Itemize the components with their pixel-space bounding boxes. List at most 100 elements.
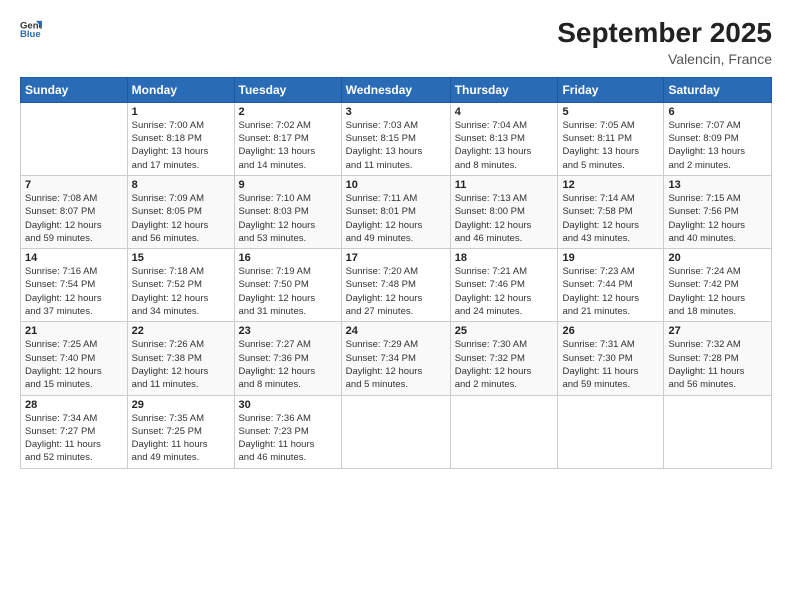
day-number: 26 [562,325,659,337]
day-cell-0-3: 3Sunrise: 7:03 AM Sunset: 8:15 PM Daylig… [341,102,450,175]
week-row-2: 14Sunrise: 7:16 AM Sunset: 7:54 PM Dayli… [21,249,772,322]
header-wednesday: Wednesday [341,77,450,102]
day-number: 7 [25,179,123,191]
day-number: 8 [132,179,230,191]
calendar-subtitle: Valencin, France [557,51,772,67]
day-info: Sunrise: 7:08 AM Sunset: 8:07 PM Dayligh… [25,192,123,245]
day-cell-1-3: 10Sunrise: 7:11 AM Sunset: 8:01 PM Dayli… [341,175,450,248]
day-number: 15 [132,252,230,264]
calendar-header-row: Sunday Monday Tuesday Wednesday Thursday… [21,77,772,102]
day-info: Sunrise: 7:09 AM Sunset: 8:05 PM Dayligh… [132,192,230,245]
day-info: Sunrise: 7:26 AM Sunset: 7:38 PM Dayligh… [132,338,230,391]
day-number: 20 [668,252,767,264]
day-info: Sunrise: 7:32 AM Sunset: 7:28 PM Dayligh… [668,338,767,391]
day-info: Sunrise: 7:16 AM Sunset: 7:54 PM Dayligh… [25,265,123,318]
day-cell-3-3: 24Sunrise: 7:29 AM Sunset: 7:34 PM Dayli… [341,322,450,395]
day-cell-4-4 [450,395,558,468]
day-cell-2-3: 17Sunrise: 7:20 AM Sunset: 7:48 PM Dayli… [341,249,450,322]
day-cell-0-5: 5Sunrise: 7:05 AM Sunset: 8:11 PM Daylig… [558,102,664,175]
day-cell-0-2: 2Sunrise: 7:02 AM Sunset: 8:17 PM Daylig… [234,102,341,175]
day-number: 9 [239,179,337,191]
calendar-table: Sunday Monday Tuesday Wednesday Thursday… [20,77,772,469]
day-number: 10 [346,179,446,191]
day-cell-0-4: 4Sunrise: 7:04 AM Sunset: 8:13 PM Daylig… [450,102,558,175]
header-sunday: Sunday [21,77,128,102]
day-cell-2-5: 19Sunrise: 7:23 AM Sunset: 7:44 PM Dayli… [558,249,664,322]
day-info: Sunrise: 7:34 AM Sunset: 7:27 PM Dayligh… [25,412,123,465]
title-block: September 2025 Valencin, France [557,18,772,67]
calendar-title: September 2025 [557,18,772,49]
day-number: 14 [25,252,123,264]
day-cell-3-1: 22Sunrise: 7:26 AM Sunset: 7:38 PM Dayli… [127,322,234,395]
day-cell-4-2: 30Sunrise: 7:36 AM Sunset: 7:23 PM Dayli… [234,395,341,468]
day-info: Sunrise: 7:24 AM Sunset: 7:42 PM Dayligh… [668,265,767,318]
day-number: 6 [668,106,767,118]
day-info: Sunrise: 7:13 AM Sunset: 8:00 PM Dayligh… [455,192,554,245]
day-info: Sunrise: 7:14 AM Sunset: 7:58 PM Dayligh… [562,192,659,245]
day-number: 29 [132,399,230,411]
svg-text:Blue: Blue [20,29,41,40]
day-cell-1-1: 8Sunrise: 7:09 AM Sunset: 8:05 PM Daylig… [127,175,234,248]
day-cell-3-0: 21Sunrise: 7:25 AM Sunset: 7:40 PM Dayli… [21,322,128,395]
day-info: Sunrise: 7:21 AM Sunset: 7:46 PM Dayligh… [455,265,554,318]
day-number: 4 [455,106,554,118]
day-info: Sunrise: 7:19 AM Sunset: 7:50 PM Dayligh… [239,265,337,318]
header: General Blue September 2025 Valencin, Fr… [20,18,772,67]
header-friday: Friday [558,77,664,102]
day-info: Sunrise: 7:20 AM Sunset: 7:48 PM Dayligh… [346,265,446,318]
day-info: Sunrise: 7:29 AM Sunset: 7:34 PM Dayligh… [346,338,446,391]
week-row-1: 7Sunrise: 7:08 AM Sunset: 8:07 PM Daylig… [21,175,772,248]
day-number: 21 [25,325,123,337]
day-info: Sunrise: 7:35 AM Sunset: 7:25 PM Dayligh… [132,412,230,465]
day-number: 18 [455,252,554,264]
day-info: Sunrise: 7:18 AM Sunset: 7:52 PM Dayligh… [132,265,230,318]
day-cell-4-0: 28Sunrise: 7:34 AM Sunset: 7:27 PM Dayli… [21,395,128,468]
day-number: 12 [562,179,659,191]
day-info: Sunrise: 7:05 AM Sunset: 8:11 PM Dayligh… [562,119,659,172]
day-cell-4-1: 29Sunrise: 7:35 AM Sunset: 7:25 PM Dayli… [127,395,234,468]
day-cell-0-0 [21,102,128,175]
day-info: Sunrise: 7:30 AM Sunset: 7:32 PM Dayligh… [455,338,554,391]
day-number: 23 [239,325,337,337]
day-cell-1-2: 9Sunrise: 7:10 AM Sunset: 8:03 PM Daylig… [234,175,341,248]
day-number: 16 [239,252,337,264]
day-info: Sunrise: 7:31 AM Sunset: 7:30 PM Dayligh… [562,338,659,391]
day-cell-3-2: 23Sunrise: 7:27 AM Sunset: 7:36 PM Dayli… [234,322,341,395]
day-cell-3-6: 27Sunrise: 7:32 AM Sunset: 7:28 PM Dayli… [664,322,772,395]
day-cell-1-5: 12Sunrise: 7:14 AM Sunset: 7:58 PM Dayli… [558,175,664,248]
day-number: 30 [239,399,337,411]
day-number: 22 [132,325,230,337]
day-info: Sunrise: 7:15 AM Sunset: 7:56 PM Dayligh… [668,192,767,245]
day-cell-2-0: 14Sunrise: 7:16 AM Sunset: 7:54 PM Dayli… [21,249,128,322]
week-row-3: 21Sunrise: 7:25 AM Sunset: 7:40 PM Dayli… [21,322,772,395]
day-number: 11 [455,179,554,191]
day-number: 19 [562,252,659,264]
day-info: Sunrise: 7:23 AM Sunset: 7:44 PM Dayligh… [562,265,659,318]
page: General Blue September 2025 Valencin, Fr… [0,0,792,612]
day-number: 24 [346,325,446,337]
day-number: 3 [346,106,446,118]
day-cell-2-6: 20Sunrise: 7:24 AM Sunset: 7:42 PM Dayli… [664,249,772,322]
day-cell-1-0: 7Sunrise: 7:08 AM Sunset: 8:07 PM Daylig… [21,175,128,248]
day-info: Sunrise: 7:04 AM Sunset: 8:13 PM Dayligh… [455,119,554,172]
day-cell-3-5: 26Sunrise: 7:31 AM Sunset: 7:30 PM Dayli… [558,322,664,395]
day-cell-3-4: 25Sunrise: 7:30 AM Sunset: 7:32 PM Dayli… [450,322,558,395]
day-info: Sunrise: 7:00 AM Sunset: 8:18 PM Dayligh… [132,119,230,172]
day-info: Sunrise: 7:36 AM Sunset: 7:23 PM Dayligh… [239,412,337,465]
logo-icon: General Blue [20,18,42,40]
week-row-4: 28Sunrise: 7:34 AM Sunset: 7:27 PM Dayli… [21,395,772,468]
logo: General Blue [20,18,42,40]
day-info: Sunrise: 7:11 AM Sunset: 8:01 PM Dayligh… [346,192,446,245]
day-cell-4-5 [558,395,664,468]
day-info: Sunrise: 7:02 AM Sunset: 8:17 PM Dayligh… [239,119,337,172]
day-info: Sunrise: 7:27 AM Sunset: 7:36 PM Dayligh… [239,338,337,391]
day-cell-4-3 [341,395,450,468]
header-saturday: Saturday [664,77,772,102]
day-number: 25 [455,325,554,337]
day-info: Sunrise: 7:25 AM Sunset: 7:40 PM Dayligh… [25,338,123,391]
day-cell-0-1: 1Sunrise: 7:00 AM Sunset: 8:18 PM Daylig… [127,102,234,175]
header-thursday: Thursday [450,77,558,102]
day-number: 5 [562,106,659,118]
header-monday: Monday [127,77,234,102]
day-number: 1 [132,106,230,118]
